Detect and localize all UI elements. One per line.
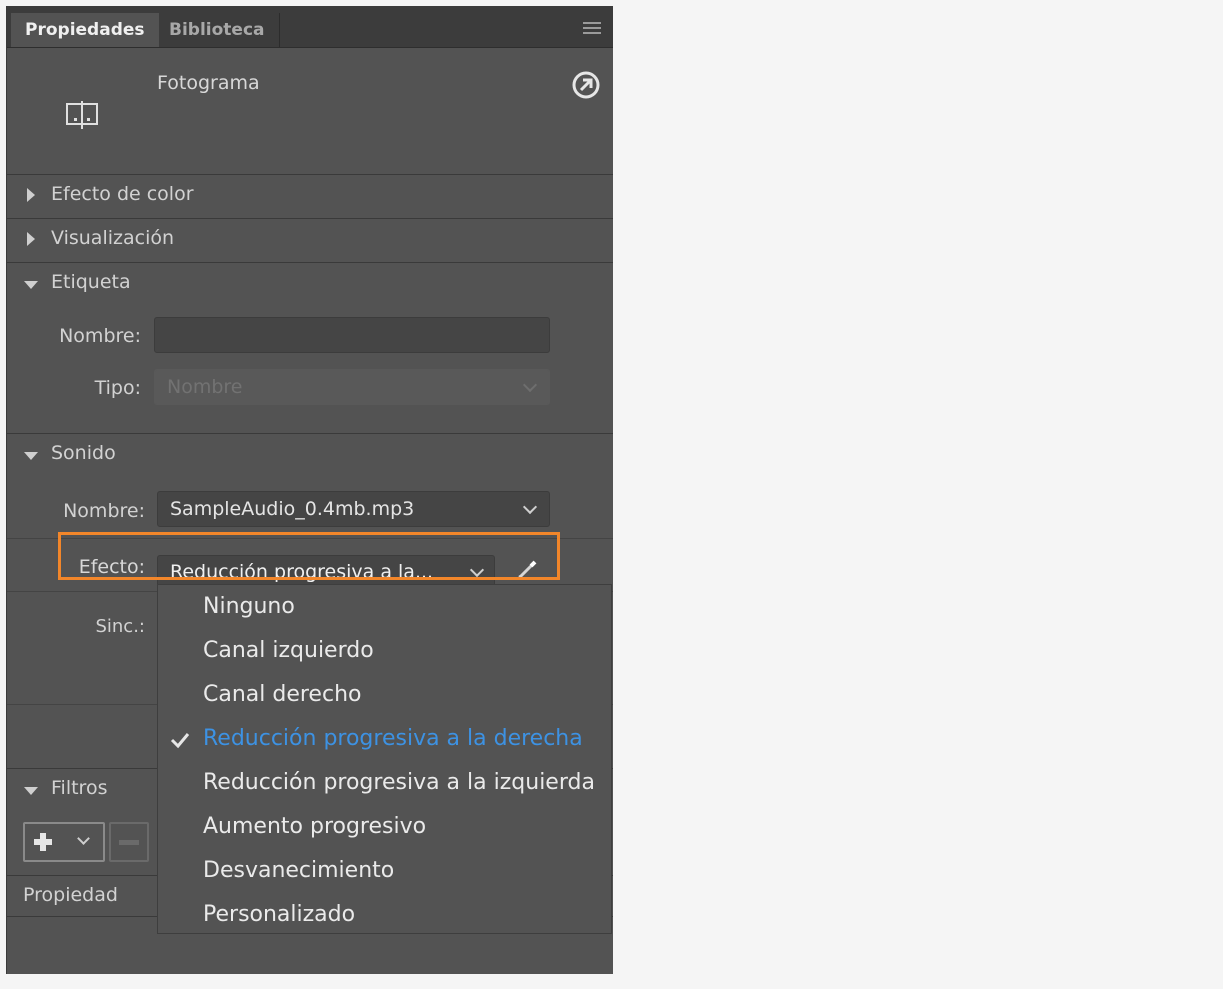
goto-arrow-icon[interactable] xyxy=(571,70,601,100)
menu-item-fade-right[interactable]: Reducción progresiva a la derecha xyxy=(203,726,583,751)
chevron-down-icon xyxy=(522,499,538,515)
section-display[interactable]: Visualización xyxy=(7,218,613,263)
section-title: Sonido xyxy=(51,442,116,464)
highlight-box xyxy=(58,532,560,580)
collapse-down-icon[interactable] xyxy=(24,787,38,795)
label-type-select: Nombre xyxy=(154,369,550,405)
tab-propiedades[interactable]: Propiedades xyxy=(11,13,159,47)
menu-item-fade-in[interactable]: Aumento progresivo xyxy=(203,814,426,839)
collapse-down-icon[interactable] xyxy=(24,281,38,289)
panel-title: Fotograma xyxy=(157,72,260,94)
menu-item-custom[interactable]: Personalizado xyxy=(203,902,355,927)
frame-icon xyxy=(66,101,98,129)
section-color-effect[interactable]: Efecto de color xyxy=(7,174,613,218)
type-label: Tipo: xyxy=(94,377,141,399)
column-header-property: Propiedad xyxy=(23,884,118,906)
add-filter-button[interactable] xyxy=(23,822,105,862)
remove-filter-button[interactable] xyxy=(109,822,149,862)
sound-name-select[interactable]: SampleAudio_0.4mb.mp3 xyxy=(157,491,550,527)
tab-biblioteca[interactable]: Biblioteca xyxy=(155,13,280,47)
name-label: Nombre: xyxy=(59,325,141,347)
menu-item-fade-left[interactable]: Reducción progresiva a la izquierda xyxy=(203,770,595,795)
section-title: Etiqueta xyxy=(51,271,131,293)
plus-icon xyxy=(34,833,52,851)
sound-name-label: Nombre: xyxy=(63,500,145,522)
section-label: Etiqueta Nombre: Tipo: Nombre xyxy=(7,262,613,433)
tab-bar: Propiedades Biblioteca xyxy=(7,6,613,48)
sync-label: Sinc.: xyxy=(95,616,145,637)
minus-icon xyxy=(119,840,139,845)
section-title: Filtros xyxy=(51,777,108,799)
menu-item-ninguno[interactable]: Ninguno xyxy=(203,594,295,619)
menu-item-canal-derecho[interactable]: Canal derecho xyxy=(203,682,361,707)
section-title: Visualización xyxy=(51,227,175,249)
chevron-down-icon xyxy=(77,832,90,845)
menu-item-canal-izquierdo[interactable]: Canal izquierdo xyxy=(203,638,374,663)
menu-item-fade-out[interactable]: Desvanecimiento xyxy=(203,858,394,883)
label-name-input[interactable] xyxy=(154,317,550,353)
effect-dropdown-menu: Ninguno Canal izquierdo Canal derecho Re… xyxy=(157,584,612,934)
menu-icon[interactable] xyxy=(583,22,601,37)
collapse-down-icon[interactable] xyxy=(24,452,38,460)
check-icon xyxy=(170,733,190,749)
expand-right-icon xyxy=(27,188,35,202)
expand-right-icon xyxy=(27,232,35,246)
section-title: Efecto de color xyxy=(51,183,194,205)
chevron-down-icon xyxy=(522,377,538,393)
